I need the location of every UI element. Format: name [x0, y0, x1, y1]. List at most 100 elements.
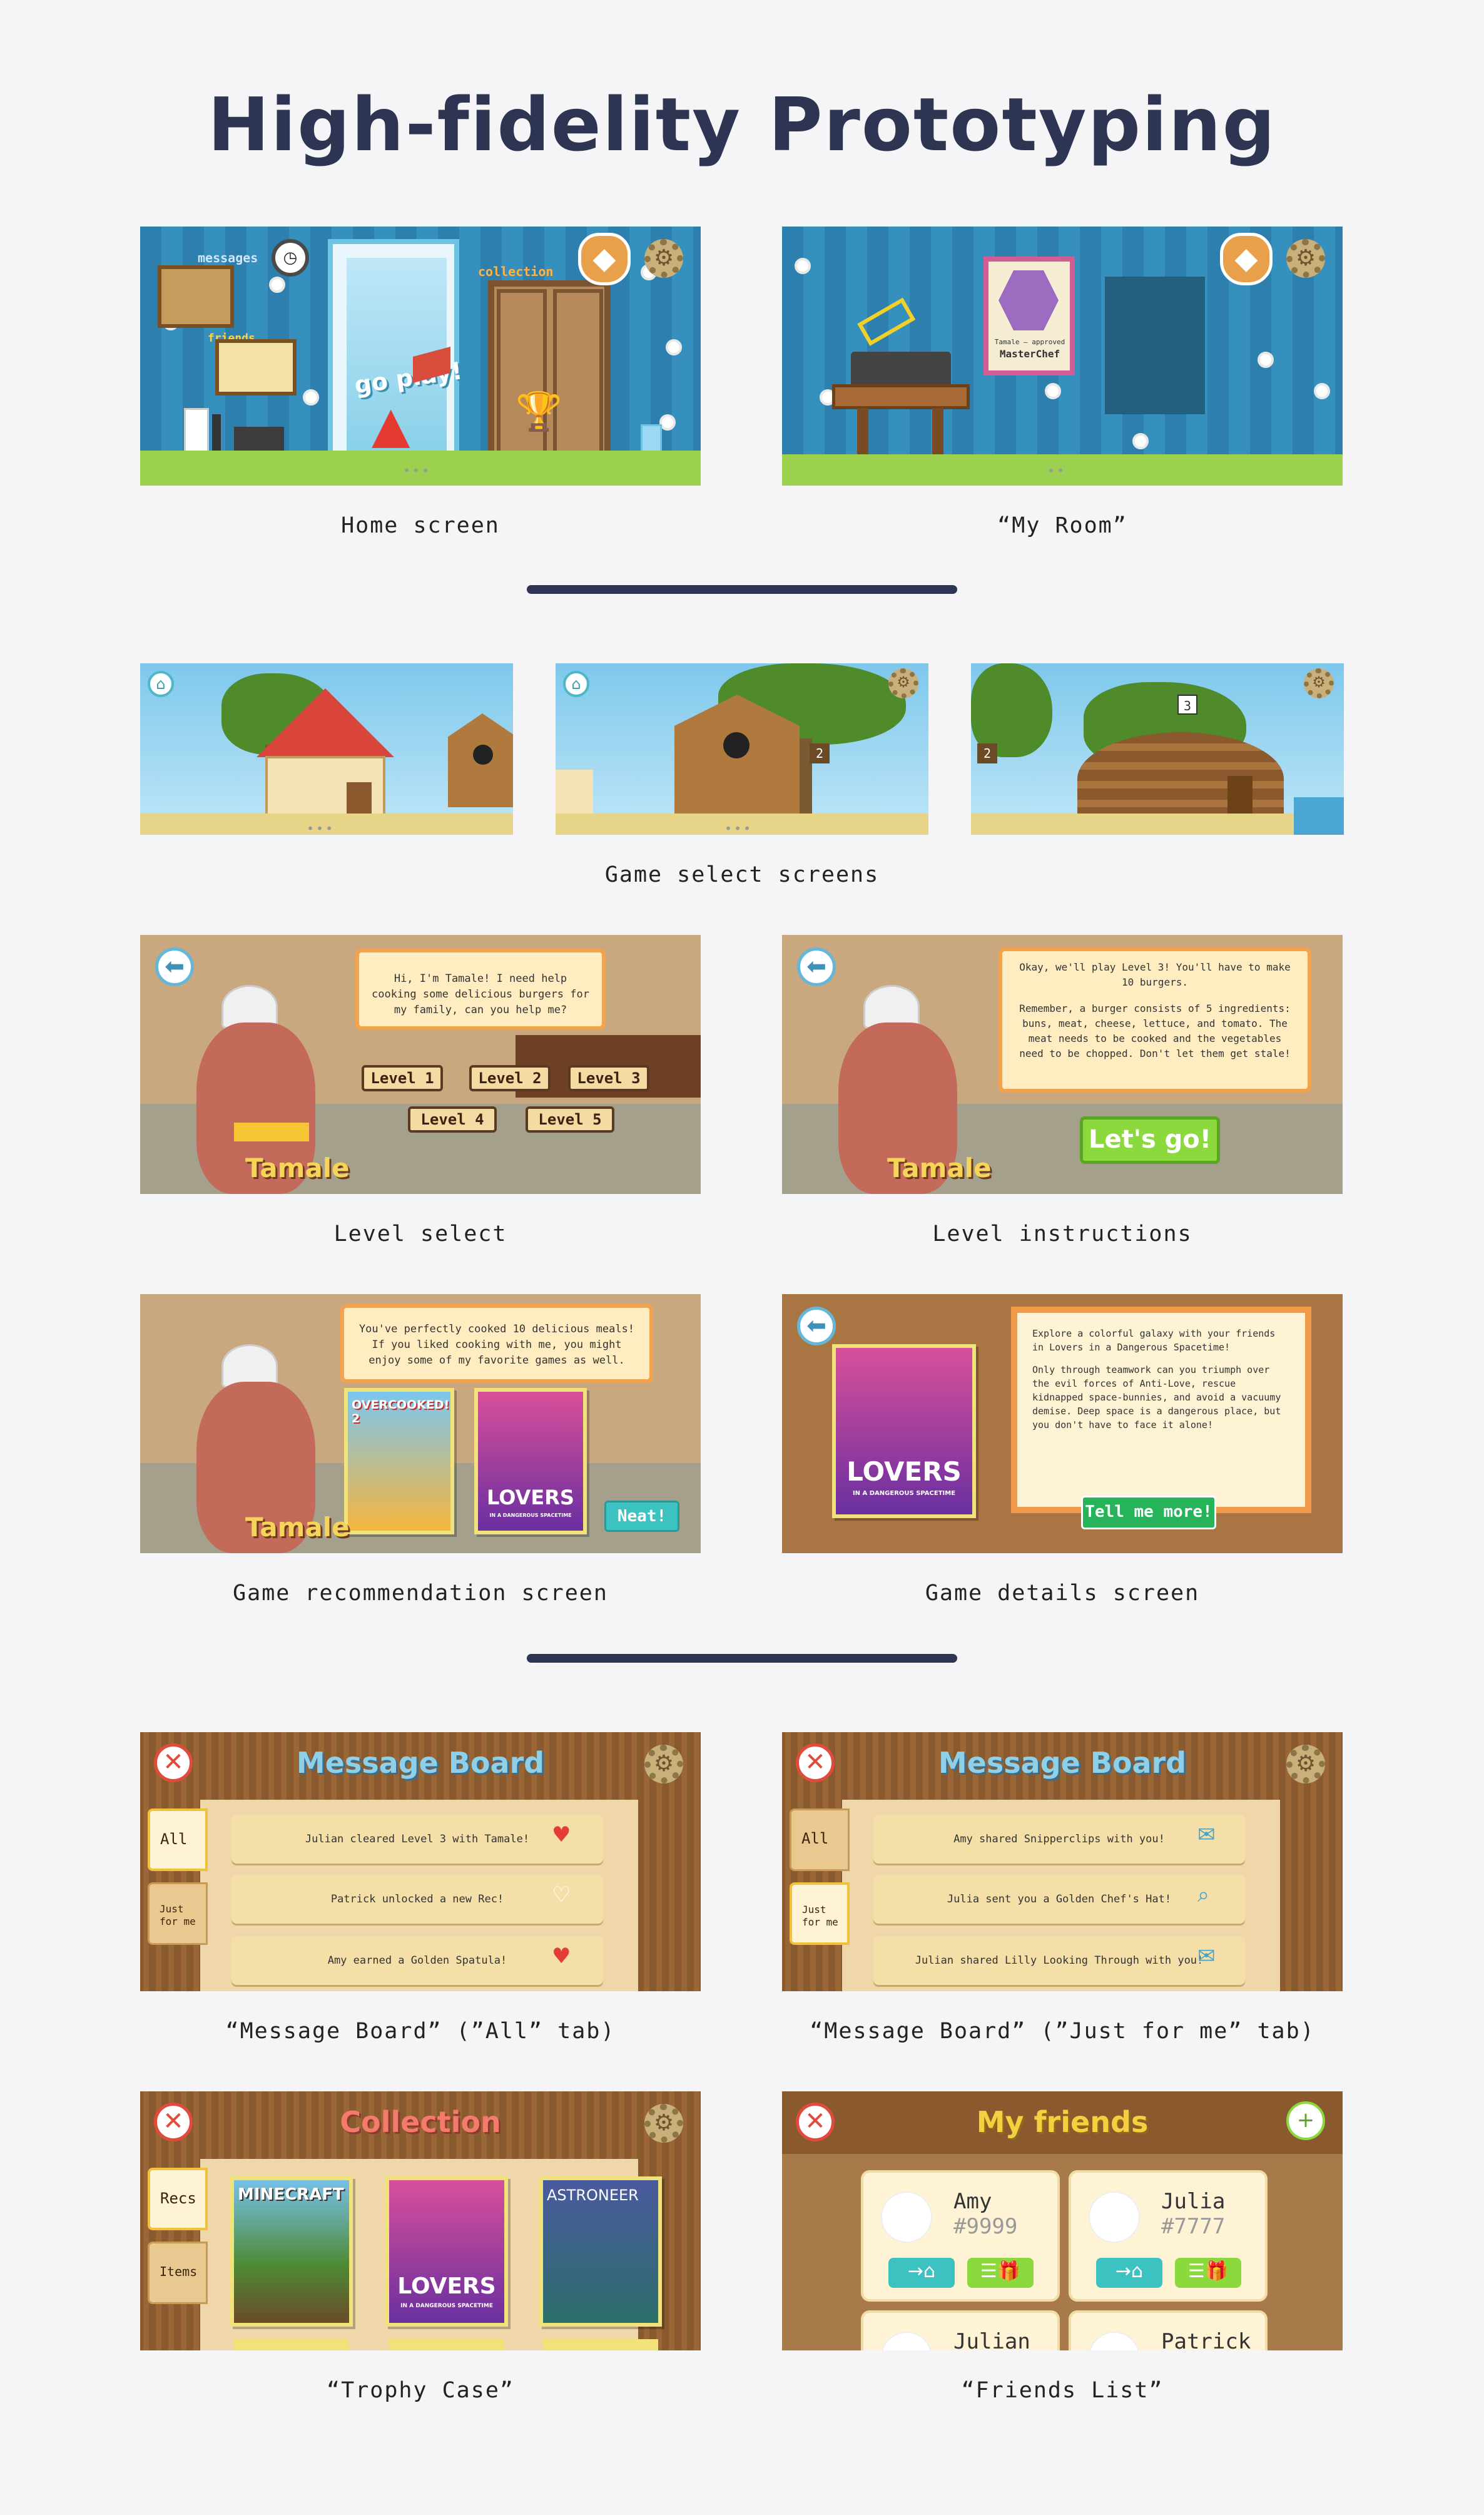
tab-recs[interactable]: Recs	[148, 2168, 208, 2230]
tab-items[interactable]: Items	[148, 2242, 208, 2304]
settings-gear-icon[interactable]: ⚙	[644, 2104, 683, 2143]
friend-name: Julia	[1161, 2189, 1226, 2214]
tab-all[interactable]: All	[790, 1808, 850, 1871]
home-pager[interactable]: •••	[403, 463, 431, 478]
level-3-button[interactable]: Level 3	[568, 1065, 649, 1091]
tab-just-for-me[interactable]: Just for me	[148, 1882, 208, 1945]
visit-home-icon[interactable]: →⌂	[1096, 2258, 1162, 2288]
settings-gear-icon[interactable]: ⚙	[644, 239, 683, 278]
settings-gear-icon[interactable]: ⚙	[888, 668, 918, 698]
log-cabin[interactable]	[1077, 732, 1284, 826]
friend-card[interactable]: Julia #7777 →⌂ ☰🎁	[1069, 2170, 1268, 2302]
my-room-screen: Tamale – approved MasterChef ▭ ◆ ⚙ ••	[782, 227, 1343, 486]
caption-game-select: Game select screens	[604, 862, 880, 887]
heart-filled-icon[interactable]: ♥	[552, 1944, 571, 1969]
close-icon[interactable]: ✕	[154, 1743, 193, 1782]
envelope-icon[interactable]: ✉	[1197, 1822, 1216, 1847]
caption-recommendation: Game recommendation screen	[233, 1581, 608, 1606]
close-icon[interactable]: ✕	[796, 2103, 835, 2141]
close-icon[interactable]: ✕	[796, 1743, 835, 1782]
lovers-subtitle: IN A DANGEROUS SPACETIME	[400, 2303, 493, 2309]
game-select-screen-1: ⌂ •••	[140, 663, 513, 835]
friends-list-screen: ✕ My friends + Amy #9999 →⌂ ☰🎁 Julia #77…	[782, 2091, 1343, 2350]
level-1-button[interactable]: Level 1	[362, 1065, 443, 1091]
friend-card[interactable]: Julian	[861, 2310, 1060, 2350]
friends-picture[interactable]	[215, 339, 297, 395]
message-item[interactable]: Julia sent you a Golden Chef's Hat!	[873, 1875, 1245, 1924]
clock-icon[interactable]: ◷	[272, 239, 309, 277]
send-gift-icon[interactable]: ☰🎁	[1175, 2258, 1241, 2288]
character-name: Tamale	[245, 1512, 350, 1543]
home-icon[interactable]: ⌂	[148, 671, 174, 697]
lovers-cover[interactable]: LOVERS IN A DANGEROUS SPACETIME	[385, 2176, 508, 2327]
heart-outline-icon[interactable]: ♡	[552, 1882, 571, 1907]
poster-caption-2: MasterChef	[999, 348, 1060, 360]
settings-gear-icon[interactable]: ⚙	[1304, 668, 1334, 698]
character-name: Tamale	[887, 1153, 992, 1183]
caption-home: Home screen	[341, 513, 500, 538]
details-paragraph-1: Explore a colorful galaxy with your frie…	[1032, 1328, 1276, 1353]
friend-code: #9999	[953, 2214, 1018, 2239]
avatar	[1089, 2191, 1140, 2243]
level-badge-2: 2	[810, 743, 830, 763]
back-arrow-icon[interactable]: ⬅	[155, 947, 194, 986]
message-item[interactable]: Patrick unlocked a new Rec!	[231, 1875, 603, 1924]
caption-trophy: “Trophy Case”	[327, 2378, 514, 2403]
minecraft-cover[interactable]: MINECRAFT	[230, 2176, 353, 2327]
lovers-cover[interactable]: LOVERS IN A DANGEROUS SPACETIME	[832, 1344, 976, 1518]
arrow-up-icon[interactable]: ▲	[372, 395, 410, 454]
friend-name: Julian	[953, 2329, 1030, 2350]
tell-me-more-button[interactable]: Tell me more!	[1081, 1496, 1216, 1529]
collection-label: collection	[478, 264, 554, 279]
lets-go-button[interactable]: Let's go!	[1080, 1116, 1220, 1164]
lovers-title: LOVERS	[846, 1456, 962, 1487]
message-corkboard[interactable]	[158, 265, 234, 328]
friend-card[interactable]: Patrick	[1069, 2310, 1268, 2350]
trophy-icon: 🏆	[516, 390, 562, 434]
magnifier-icon[interactable]: ⌕	[1197, 1882, 1209, 1907]
game-select-pager[interactable]: •••	[307, 821, 335, 835]
friend-card[interactable]: Amy #9999 →⌂ ☰🎁	[861, 2170, 1060, 2302]
trophy-case-screen: ✕ Collection ⚙ Recs Items MINECRAFT LOVE…	[140, 2091, 701, 2350]
game-select-pager[interactable]: •••	[724, 821, 753, 835]
message-item[interactable]: Julian shared Lilly Looking Through with…	[873, 1936, 1245, 1985]
home-icon[interactable]: ⌂	[563, 671, 589, 697]
message-item[interactable]: Amy shared Snipperclips with you!	[873, 1815, 1245, 1864]
add-friend-icon[interactable]: +	[1286, 2101, 1325, 2140]
back-arrow-icon[interactable]: ⬅	[797, 947, 836, 986]
visit-home-icon[interactable]: →⌂	[888, 2258, 955, 2288]
caption-friends: “Friends List”	[961, 2378, 1164, 2403]
lovers-subtitle: IN A DANGEROUS SPACETIME	[489, 1513, 572, 1518]
friend-name: Patrick	[1161, 2329, 1251, 2350]
instructions-paragraph-1: Okay, we'll play Level 3! You'll have to…	[1019, 961, 1291, 988]
room-pager[interactable]: ••	[1047, 463, 1066, 478]
level-2-button[interactable]: Level 2	[469, 1065, 551, 1091]
astroneer-cover[interactable]: ASTRONEER	[539, 2176, 662, 2327]
caption-details: Game details screen	[925, 1581, 1200, 1606]
overcooked-cover[interactable]: OVERCOOKED! 2	[344, 1388, 454, 1534]
tamale-speech-bubble: Hi, I'm Tamale! I need help cooking some…	[355, 949, 606, 1030]
envelope-icon[interactable]: ✉	[1197, 1944, 1216, 1969]
level-5-button[interactable]: Level 5	[526, 1106, 614, 1133]
back-arrow-icon[interactable]: ⬅	[797, 1307, 836, 1345]
profile-fox-icon[interactable]: ◆	[1220, 233, 1273, 285]
lovers-cover[interactable]: LOVERS IN A DANGEROUS SPACETIME	[474, 1388, 587, 1534]
send-gift-icon[interactable]: ☰🎁	[967, 2258, 1034, 2288]
message-item[interactable]: Amy earned a Golden Spatula!	[231, 1936, 603, 1985]
panel-title: Collection	[340, 2105, 501, 2139]
heart-filled-icon[interactable]: ♥	[552, 1822, 571, 1847]
message-item[interactable]: Julian cleared Level 3 with Tamale!	[231, 1815, 603, 1864]
settings-gear-icon[interactable]: ⚙	[644, 1745, 683, 1783]
profile-fox-icon[interactable]: ◆	[578, 233, 631, 285]
section-divider-1	[527, 585, 957, 594]
instructions-paragraph-2: Remember, a burger consists of 5 ingredi…	[1019, 1002, 1291, 1059]
close-icon[interactable]: ✕	[154, 2103, 193, 2141]
settings-gear-icon[interactable]: ⚙	[1286, 1745, 1325, 1783]
level-4-button[interactable]: Level 4	[408, 1106, 497, 1133]
caption-level-select: Level select	[333, 1222, 507, 1247]
neat-button[interactable]: Neat!	[604, 1501, 679, 1532]
settings-gear-icon[interactable]: ⚙	[1286, 239, 1325, 278]
tab-just-for-me[interactable]: Just for me	[790, 1882, 850, 1945]
tab-all[interactable]: All	[148, 1808, 208, 1871]
caption-level-instructions: Level instructions	[932, 1222, 1192, 1247]
